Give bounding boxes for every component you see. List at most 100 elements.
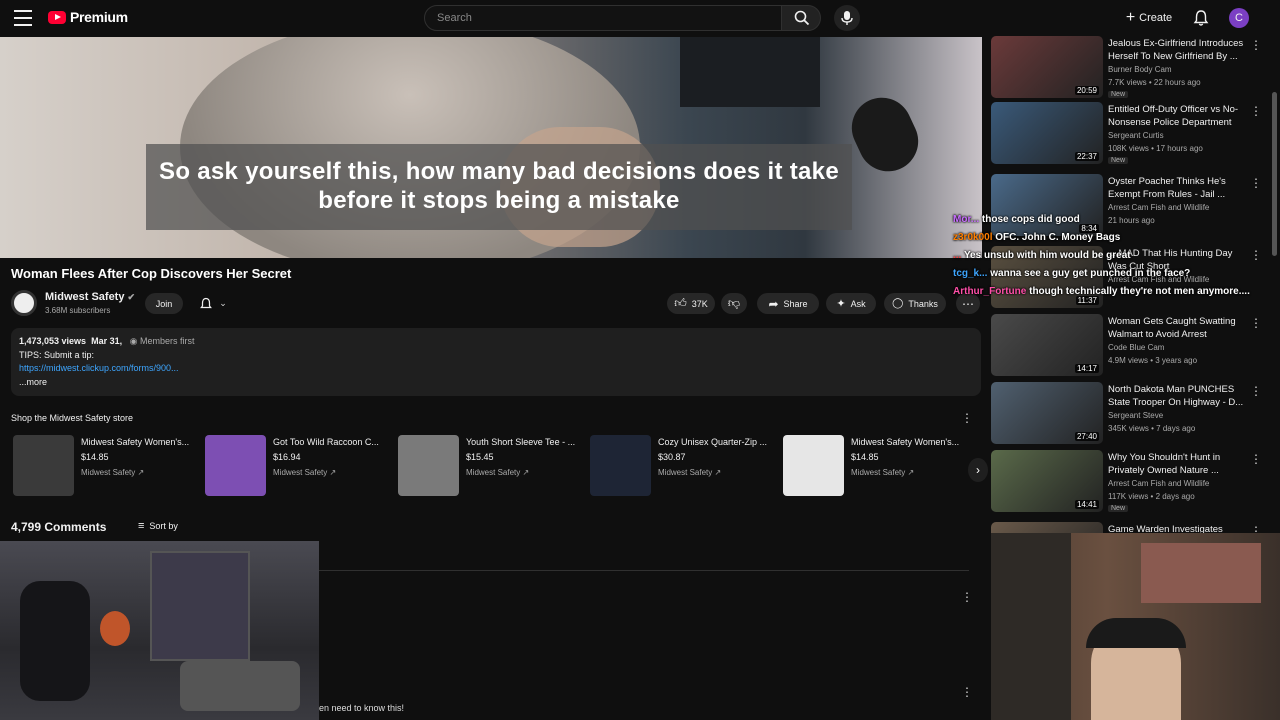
comment-more-icon[interactable]: ⋮ [961,591,973,603]
thumbs-down-icon: 👎︎ [727,296,741,310]
share-icon: ➦ [768,296,779,311]
recommended-title[interactable]: North Dakota Man PUNCHES State Trooper O… [1108,384,1248,409]
dislike-button[interactable]: 👎︎ [721,293,747,314]
recommended-video[interactable]: 14:41 Why You Shouldn't Hunt in Privately… [991,450,1262,512]
store-product-card[interactable]: Got Too Wild Raccoon C... $16.94 Midwest S… [205,435,395,497]
ask-button[interactable]: ✦ Ask [826,293,876,314]
notifications-button[interactable] [1192,9,1210,27]
plus-icon: + [1125,9,1136,26]
recommended-video[interactable]: 22:37 Entitled Off-Duty Officer vs No-Non… [991,102,1262,164]
video-duration: 20:59 [1074,86,1099,95]
more-icon[interactable]: ⋮ [1250,105,1262,117]
recommended-meta: 108K views • 17 hours ago [1108,144,1203,153]
create-label: Create [1139,12,1173,24]
sparkle-icon: ✦ [836,298,846,310]
video-player[interactable]: So ask yourself this, how many bad decis… [0,37,982,258]
recommended-channel[interactable]: Sergeant Curtis [1108,131,1164,140]
store-more-icon[interactable]: ⋮ [961,412,973,424]
product-name: Cozy Unisex Quarter-Zip ... [658,437,768,447]
chat-text: OFC. John C. Money Bags [995,232,1121,243]
video-frame-shape [680,37,820,107]
recommended-title[interactable]: Entitled Off-Duty Officer vs No-Nonsense… [1108,104,1248,129]
chat-username: ... [953,250,964,261]
youtube-logo[interactable]: Premium [48,9,128,25]
product-image [13,435,74,496]
menu-icon[interactable] [14,10,34,26]
comment-more-icon[interactable]: ⋮ [961,686,973,698]
sort-icon: ≡ [138,520,145,532]
bookshelf-shape [150,551,250,661]
store-product-card[interactable]: Youth Short Sleeve Tee - ... $15.45 Midwes… [398,435,588,497]
recommended-video[interactable]: 27:40 North Dakota Man PUNCHES State Troo… [991,382,1262,444]
product-seller: Midwest Safety ↗ [81,468,145,477]
chat-text: those cops did good [981,214,1080,225]
share-button[interactable]: ➦ Share [757,293,819,314]
recommended-title[interactable]: Why You Shouldn't Hunt in Privately Owne… [1108,452,1248,477]
show-more-link[interactable]: ...more [19,376,973,390]
recommended-video[interactable]: 14:17 Woman Gets Caught Swatting Walmart … [991,314,1262,376]
webcam-overlay-room [0,541,319,720]
recommended-title[interactable]: Oyster Poacher Thinks He's Exempt From R… [1108,176,1248,201]
video-thumbnail[interactable]: 27:40 [991,382,1103,444]
video-thumbnail[interactable]: 22:37 [991,102,1103,164]
search-icon [794,10,810,26]
search-button[interactable] [781,5,821,31]
sort-comments-button[interactable]: ≡ Sort by [138,520,178,532]
channel-name[interactable]: Midwest Safety ✔ [45,291,135,303]
recommended-meta: 4.9M views • 3 years ago [1108,356,1198,365]
channel-avatar[interactable] [11,290,37,316]
recommended-channel[interactable]: Arrest Cam Fish and Wildlife [1108,479,1209,488]
create-button[interactable]: + Create [1120,6,1178,30]
store-product-card[interactable]: Midwest Safety Women's... $14.85 Midwest S… [783,435,973,497]
recommended-channel[interactable]: Sergeant Steve [1108,411,1163,420]
recommended-meta: 117K views • 2 days ago [1108,492,1195,501]
video-thumbnail[interactable]: 14:17 [991,314,1103,376]
bell-icon [200,297,213,308]
share-label: Share [783,298,808,309]
account-avatar[interactable]: C [1229,8,1249,28]
thanks-icon: ◯ [892,298,904,309]
tip-link[interactable]: https://midwest.clickup.com/forms/900... [19,363,179,373]
join-button[interactable]: Join [145,293,183,314]
members-first-label: Members first [140,336,195,346]
subscription-bell-button[interactable]: ⌄ [190,293,236,314]
chair-shape [20,581,90,701]
recommended-meta: 7.7K views • 22 hours ago [1108,78,1201,87]
store-product-card[interactable]: Midwest Safety Women's... $14.85 Midwest S… [13,435,203,497]
recommended-title[interactable]: Woman Gets Caught Swatting Walmart to Av… [1108,316,1248,341]
product-name: Midwest Safety Women's... [851,437,960,447]
more-icon[interactable]: ⋮ [1250,317,1262,329]
plush-toy-shape [100,611,130,646]
store-next-button[interactable]: › [968,458,988,482]
more-icon[interactable]: ⋮ [1250,177,1262,189]
store-heading: Shop the Midwest Safety store [11,413,134,423]
divider [319,570,969,571]
recommended-channel[interactable]: Code Blue Cam [1108,343,1164,352]
more-icon[interactable]: ⋮ [1250,385,1262,397]
video-duration: 14:41 [1074,500,1099,509]
description-box[interactable]: 1,473,053 views Mar 31, ◉ Members first … [11,328,981,396]
subscriber-count: 3.68M subscribers [45,306,111,315]
chat-username: tcg_k... [953,268,991,279]
upload-date: Mar 31, [91,336,123,346]
shelf-shape [991,533,1071,720]
more-icon[interactable]: ⋮ [1250,453,1262,465]
verified-icon: ✔ [127,292,136,302]
voice-search-button[interactable] [834,5,860,31]
like-button[interactable]: 👍︎ 37K [667,293,715,314]
recommended-channel[interactable]: Arrest Cam Fish and Wildlife [1108,203,1209,212]
recommended-channel[interactable]: Burner Body Cam [1108,65,1172,74]
members-icon: ◉ [129,336,138,346]
product-price: $14.85 [851,452,879,462]
more-icon[interactable]: ⋮ [1250,39,1262,51]
video-duration: 14:17 [1074,364,1099,373]
chat-username: Arthur_Fortune [953,286,1030,297]
store-product-card[interactable]: Cozy Unisex Quarter-Zip ... $30.87 Midwest… [590,435,780,497]
recommended-video[interactable]: 20:59 Jealous Ex-Girlfriend Introduces He… [991,36,1262,98]
video-thumbnail[interactable]: 14:41 [991,450,1103,512]
thanks-button[interactable]: ◯ Thanks [884,293,946,314]
search-input[interactable]: Search [424,5,782,31]
channel-name-text: Midwest Safety [45,291,125,303]
video-thumbnail[interactable]: 20:59 [991,36,1103,98]
recommended-title[interactable]: Jealous Ex-Girlfriend Introduces Herself… [1108,38,1248,63]
